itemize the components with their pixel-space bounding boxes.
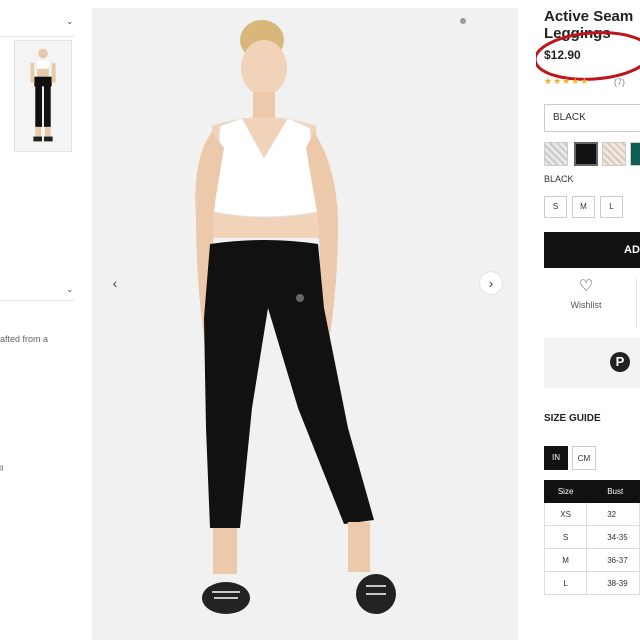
table-cell-size: M (543, 548, 588, 572)
color-select[interactable]: BLACK (544, 104, 640, 132)
table-cell-size: L (543, 571, 588, 595)
model-photo (92, 8, 518, 640)
description-snippet: afted from a (0, 334, 49, 344)
table-row: M 36-37 (543, 548, 640, 572)
heart-icon: ♡ (578, 278, 594, 295)
size-button-s[interactable]: S (544, 196, 567, 218)
table-header-bust: Bust (586, 480, 640, 503)
main-product-image[interactable]: ‹ › (92, 8, 518, 640)
prev-image-button[interactable]: ‹ (104, 272, 126, 294)
size-button-m[interactable]: M (572, 196, 595, 218)
divider (636, 278, 637, 328)
table-cell-size: XS (543, 502, 588, 526)
table-row: L 38-39 (543, 571, 640, 595)
wishlist-label: Wishlist (570, 300, 602, 310)
pinterest-share-button[interactable]: P (544, 338, 640, 388)
table-cell-size: S (543, 525, 588, 549)
swatch-beige-pattern[interactable] (602, 142, 626, 166)
swatch-gray-pattern[interactable] (544, 142, 568, 166)
rating-stars[interactable]: ★★★★★ (544, 76, 589, 87)
left-column: ⌄ ⌄ afted from a ll (0, 0, 88, 640)
table-row: XS 32 (543, 502, 640, 526)
pinterest-icon: P (610, 352, 630, 372)
product-title-line1: Active Seam (544, 8, 634, 25)
table-cell-bust: 32 (586, 502, 640, 526)
product-price: $12.90 (544, 48, 581, 62)
table-cell-bust: 34-35 (586, 525, 640, 549)
swatch-green[interactable] (630, 142, 640, 166)
wishlist-button[interactable]: ♡ Wishlist (544, 278, 624, 326)
divider (0, 36, 74, 37)
table-row: S 34-35 (543, 525, 640, 549)
next-image-button[interactable]: › (480, 272, 502, 294)
product-thumbnail[interactable] (14, 40, 72, 152)
table-header-row: Size Bust (543, 480, 640, 503)
swatch-black[interactable] (574, 142, 598, 166)
unit-toggle-cm[interactable]: CM (572, 446, 596, 470)
review-count[interactable]: (7) (614, 77, 625, 87)
image-indicator-dot (460, 18, 466, 24)
size-guide-table: Size Bust XS 32 S 34-35 M 36-37 L 38-39 (543, 480, 640, 595)
size-guide-heading: SIZE GUIDE (544, 413, 601, 424)
product-details-panel: Active Seam Leggings $12.90 ★★★★★ (7) BL… (536, 0, 640, 640)
table-cell-bust: 36-37 (586, 548, 640, 572)
thumbnail-image (15, 41, 71, 151)
add-to-bag-button[interactable]: AD (544, 232, 640, 268)
table-cell-bust: 38-39 (586, 571, 640, 595)
unit-toggle-in[interactable]: IN (544, 446, 568, 470)
misc-mark: ll (0, 464, 4, 473)
divider (0, 300, 74, 301)
selected-color-label: BLACK (544, 174, 574, 184)
table-header-size: Size (543, 480, 588, 503)
chevron-down-icon[interactable]: ⌄ (66, 16, 74, 27)
collapse-icon[interactable]: ⌄ (66, 284, 74, 295)
size-button-l[interactable]: L (600, 196, 623, 218)
